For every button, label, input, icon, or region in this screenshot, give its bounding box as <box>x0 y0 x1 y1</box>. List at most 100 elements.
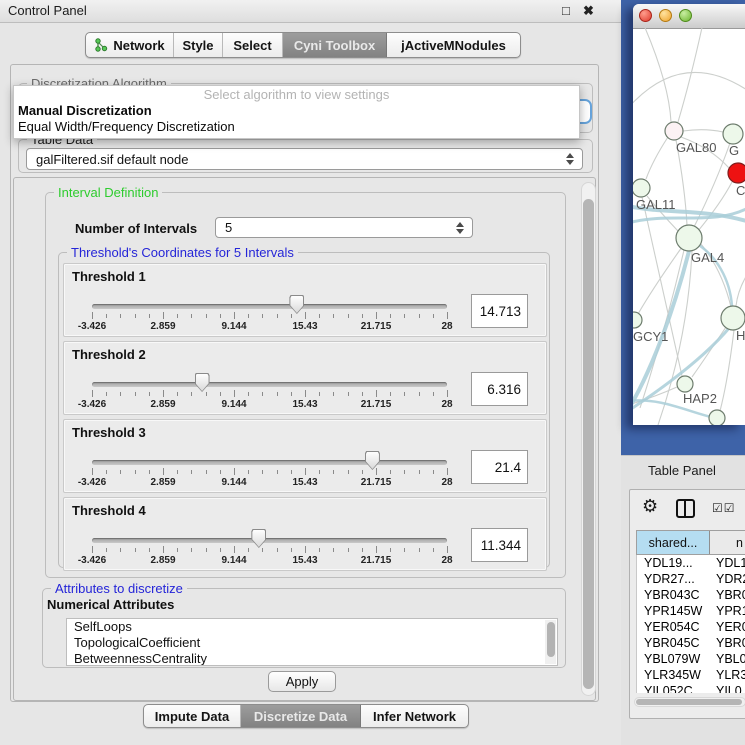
checkbox-icons[interactable]: ☑☑ <box>712 501 736 515</box>
tick <box>433 470 434 474</box>
tick <box>234 390 235 397</box>
network-canvas[interactable]: GAL80GCGAL11GAL4GCY1HHAP2 <box>633 28 745 425</box>
list-item[interactable]: SelfLoops <box>67 619 557 635</box>
table-horizontal-scrollbar[interactable] <box>634 697 745 707</box>
slider-track[interactable] <box>92 460 447 465</box>
close-traffic-light-icon[interactable] <box>639 9 652 22</box>
slider-track[interactable] <box>92 538 447 543</box>
threshold-slider[interactable]: -3.4262.8599.14415.4321.71528 <box>92 530 447 570</box>
table-row[interactable]: YDR27...YDR2 <box>637 571 745 587</box>
slider-track[interactable] <box>92 382 447 387</box>
cell-shared-name[interactable]: YPR145W <box>637 603 710 619</box>
network-node[interactable] <box>709 410 725 425</box>
slider-scale-labels: -3.4262.8599.14415.4321.71528 <box>92 555 447 567</box>
tick <box>220 548 221 552</box>
cell-name[interactable]: YDL1 <box>710 555 745 571</box>
threshold-value[interactable]: 14.713 <box>471 294 528 328</box>
tick <box>404 392 405 396</box>
threshold-value[interactable]: 6.316 <box>471 372 528 406</box>
tick <box>248 392 249 396</box>
tab-style[interactable]: Style <box>174 33 223 57</box>
network-node-gal80[interactable] <box>665 122 683 140</box>
tick <box>206 392 207 396</box>
top-tab-bar: Network Style Select Cyni Toolbox jActiv… <box>85 32 521 58</box>
network-edge <box>736 270 745 306</box>
cell-shared-name[interactable]: YBL079W <box>637 651 710 667</box>
tick <box>362 392 363 396</box>
threshold-value[interactable]: 21.4 <box>471 450 528 484</box>
cell-shared-name[interactable]: YBR045C <box>637 635 710 651</box>
cell-name[interactable]: YDR2 <box>710 571 745 587</box>
slider-track[interactable] <box>92 304 447 309</box>
network-window-titlebar[interactable] <box>633 4 745 29</box>
tab-infer-network[interactable]: Infer Network <box>361 705 468 727</box>
tick <box>135 314 136 318</box>
table-row[interactable]: YBR043CYBR0 <box>637 587 745 603</box>
network-node-gal4[interactable] <box>676 225 702 251</box>
threshold-value[interactable]: 11.344 <box>471 528 528 562</box>
scrollbar-thumb[interactable] <box>583 199 594 689</box>
tab-discretize-data[interactable]: Discretize Data <box>241 705 361 727</box>
algorithm-dropdown-prompt[interactable]: Select algorithm to view settings <box>14 87 579 102</box>
tab-network[interactable]: Network <box>86 33 174 57</box>
threshold-slider[interactable]: -3.4262.8599.14415.4321.71528 <box>92 452 447 492</box>
cell-name[interactable]: YER0 <box>710 619 745 635</box>
column-header-name[interactable]: n <box>710 531 745 554</box>
zoom-traffic-light-icon[interactable] <box>679 9 692 22</box>
num-intervals-combobox[interactable]: 5 <box>215 217 473 238</box>
network-edge <box>646 137 668 179</box>
float-window-icon[interactable]: □ <box>562 3 570 18</box>
tick <box>220 314 221 318</box>
table-row[interactable]: YER054CYER0 <box>637 619 745 635</box>
gear-icon[interactable]: ⚙ <box>642 496 658 517</box>
cell-shared-name[interactable]: YLR345W <box>637 667 710 683</box>
minimize-traffic-light-icon[interactable] <box>659 9 672 22</box>
threshold-slider[interactable]: -3.4262.8599.14415.4321.71528 <box>92 296 447 336</box>
table-data-combobox[interactable]: galFiltered.sif default node <box>26 148 583 170</box>
tab-impute-data[interactable]: Impute Data <box>144 705 241 727</box>
network-view-window[interactable]: GAL80GCGAL11GAL4GCY1HHAP2 <box>633 4 745 425</box>
network-node-h[interactable] <box>721 306 745 330</box>
slider-ticks <box>92 468 447 476</box>
cell-name[interactable]: YBR0 <box>710 635 745 651</box>
list-item[interactable]: BetweennessCentrality <box>67 651 557 666</box>
list-scrollbar[interactable] <box>545 620 556 664</box>
cell-shared-name[interactable]: YDR27... <box>637 571 710 587</box>
cell-shared-name[interactable]: YIL052C <box>637 683 710 693</box>
network-node-c[interactable] <box>728 163 745 183</box>
cell-shared-name[interactable]: YDL19... <box>637 555 710 571</box>
dropdown-option-manual-discretization[interactable]: Manual Discretization <box>18 103 152 118</box>
network-node-gal11[interactable] <box>633 179 650 197</box>
table-row[interactable]: YLR345WYLR3 <box>637 667 745 683</box>
settings-vertical-scrollbar[interactable] <box>581 182 596 696</box>
tab-cyni-toolbox[interactable]: Cyni Toolbox <box>283 33 387 57</box>
cell-shared-name[interactable]: YBR043C <box>637 587 710 603</box>
table-row[interactable]: YBL079WYBL0 <box>637 651 745 667</box>
tab-jactivemnodules[interactable]: jActiveMNodules <box>387 33 520 57</box>
network-node-hap2[interactable] <box>677 376 693 392</box>
cell-shared-name[interactable]: YER054C <box>637 619 710 635</box>
network-node-gcy1[interactable] <box>633 312 642 328</box>
table-row[interactable]: YPR145WYPR1 <box>637 603 745 619</box>
close-icon[interactable]: ✖ <box>583 3 594 19</box>
dropdown-option-equal-width-frequency[interactable]: Equal Width/Frequency Discretization <box>18 119 235 134</box>
tick <box>234 546 235 553</box>
cell-name[interactable]: YBR0 <box>710 587 745 603</box>
table-row[interactable]: YBR045CYBR0 <box>637 635 745 651</box>
scrollbar-thumb[interactable] <box>636 699 742 705</box>
apply-button[interactable]: Apply <box>268 671 336 692</box>
columns-icon[interactable] <box>676 499 695 518</box>
table-row[interactable]: YDL19...YDL1 <box>637 555 745 571</box>
column-header-shared-name[interactable]: shared... <box>637 531 710 554</box>
tab-select[interactable]: Select <box>223 33 283 57</box>
cell-name[interactable]: YIL0 <box>710 683 745 693</box>
tick <box>234 312 235 319</box>
table-row[interactable]: YIL052CYIL0 <box>637 683 745 693</box>
network-node-g[interactable] <box>723 124 743 144</box>
threshold-panel: Threshold 4-3.4262.8599.14415.4321.71528… <box>63 497 547 571</box>
cell-name[interactable]: YPR1 <box>710 603 745 619</box>
cell-name[interactable]: YBL0 <box>710 651 745 667</box>
list-item[interactable]: TopologicalCoefficient <box>67 635 557 651</box>
threshold-slider[interactable]: -3.4262.8599.14415.4321.71528 <box>92 374 447 414</box>
cell-name[interactable]: YLR3 <box>710 667 745 683</box>
